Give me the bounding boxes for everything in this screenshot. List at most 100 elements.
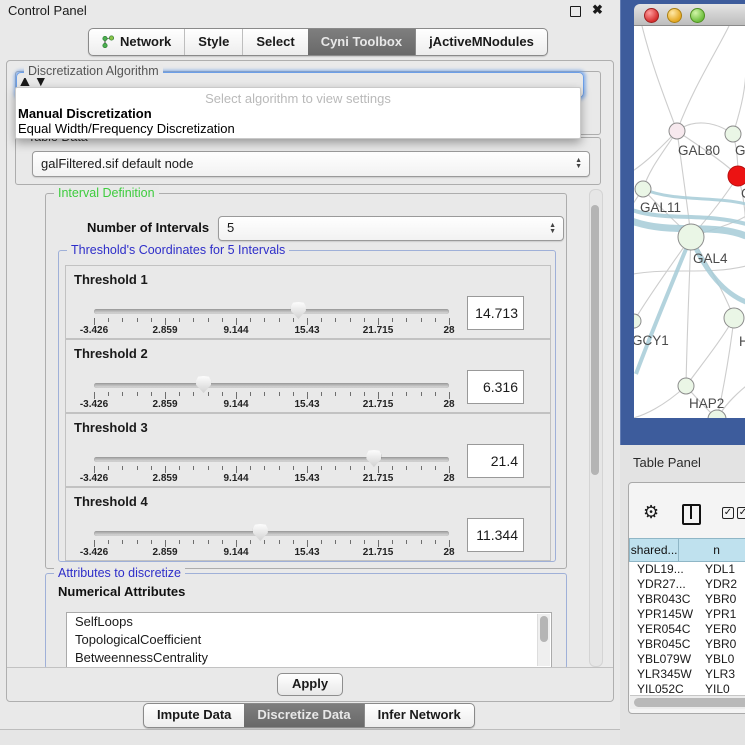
table-header-row: shared... n: [629, 538, 745, 562]
network-node[interactable]: [634, 314, 641, 328]
network-node[interactable]: [678, 378, 694, 394]
cell-name[interactable]: YDR2: [697, 577, 737, 592]
tab-cyni-toolbox[interactable]: Cyni Toolbox: [308, 29, 415, 55]
cell-name[interactable]: YBR0: [697, 637, 736, 652]
threshold-value-field[interactable]: 11.344: [467, 518, 524, 552]
checkbox-icon[interactable]: ✓: [737, 507, 745, 519]
column-header-name[interactable]: n: [679, 538, 745, 562]
network-node-label: GAL80: [678, 143, 720, 158]
attribute-list-item[interactable]: TopologicalCoefficient: [67, 631, 551, 649]
column-header-shared[interactable]: shared...: [629, 538, 679, 562]
slider-thumb[interactable]: [291, 302, 306, 319]
network-node[interactable]: [728, 166, 745, 186]
threshold-slider[interactable]: -3.4262.8599.14415.4321.71528: [94, 414, 449, 486]
scrollbar-thumb[interactable]: [591, 205, 599, 475]
cell-shared-name[interactable]: YBL079W: [630, 652, 697, 667]
threshold-value-field[interactable]: 21.4: [467, 444, 524, 478]
slider-thumb[interactable]: [196, 376, 211, 393]
table-row[interactable]: YPR145WYPR1: [630, 607, 745, 622]
tab-jactivemnodules[interactable]: jActiveMNodules: [415, 29, 547, 55]
mac-minimize-icon[interactable]: [667, 8, 682, 23]
slider-tick: [321, 466, 322, 470]
threshold-slider[interactable]: -3.4262.8599.14415.4321.71528: [94, 340, 449, 412]
cell-name[interactable]: YBL0: [697, 652, 734, 667]
table-row[interactable]: YDR27...YDR2: [630, 577, 745, 592]
mac-zoom-icon[interactable]: [690, 8, 705, 23]
cell-name[interactable]: YBR0: [697, 592, 736, 607]
mac-close-icon[interactable]: [644, 8, 659, 23]
slider-tick: [307, 392, 308, 399]
slider-tick: [321, 540, 322, 544]
split-columns-icon[interactable]: [682, 504, 701, 525]
table-row[interactable]: YER054CYER0: [630, 622, 745, 637]
panel-scrollbar[interactable]: [589, 189, 603, 667]
numerical-attributes-list[interactable]: SelfLoopsTopologicalCoefficientBetweenne…: [66, 612, 552, 668]
tab-style[interactable]: Style: [185, 29, 242, 55]
table-data-combobox[interactable]: galFiltered.sif default node ▲▼: [32, 151, 590, 177]
table-row[interactable]: YBR045CYBR0: [630, 637, 745, 652]
cell-name[interactable]: YPR1: [697, 607, 736, 622]
algorithm-prompt-item[interactable]: Select algorithm to view settings: [16, 91, 580, 106]
network-canvas[interactable]: GAL80GACGAL11GAL4GCY1HHAP2: [634, 26, 745, 418]
cell-shared-name[interactable]: YBR043C: [630, 592, 697, 607]
slider-thumb[interactable]: [253, 524, 268, 541]
table-row[interactable]: YLR345WYLR3: [630, 667, 745, 682]
cell-shared-name[interactable]: YDL19...: [630, 562, 697, 577]
slider-track[interactable]: [94, 457, 449, 462]
slider-track[interactable]: [94, 309, 449, 314]
float-window-icon[interactable]: [570, 6, 581, 17]
cell-shared-name[interactable]: YIL052C: [630, 682, 697, 695]
top-tab-bar: Network Style Select Cyni Toolbox jActiv…: [88, 28, 548, 56]
attribute-list-item[interactable]: SelfLoops: [67, 613, 551, 631]
slider-track[interactable]: [94, 383, 449, 388]
tab-impute-data[interactable]: Impute Data: [144, 704, 244, 727]
algorithm-option-equal-width[interactable]: Equal Width/Frequency Discretization: [18, 121, 235, 136]
cell-name[interactable]: YER0: [697, 622, 736, 637]
network-node[interactable]: [669, 123, 685, 139]
attributes-scrollbar[interactable]: [537, 614, 550, 666]
network-node[interactable]: [635, 181, 651, 197]
checkbox-icon[interactable]: ✓: [722, 507, 734, 519]
cell-shared-name[interactable]: YPR145W: [630, 607, 697, 622]
network-node[interactable]: [708, 410, 726, 418]
table-row[interactable]: YIL052CYIL0: [630, 682, 745, 695]
scrollbar-thumb[interactable]: [540, 616, 548, 642]
slider-track[interactable]: [94, 531, 449, 536]
threshold-value-field[interactable]: 14.713: [467, 296, 524, 330]
table-rows[interactable]: YDL19...YDL1YDR27...YDR2YBR043CYBR0YPR14…: [630, 562, 745, 695]
algorithm-option-manual[interactable]: Manual Discretization: [18, 106, 152, 121]
slider-tick: [193, 540, 194, 544]
cell-name[interactable]: YIL0: [697, 682, 730, 695]
network-node-label: H: [739, 334, 745, 349]
cell-shared-name[interactable]: YBR045C: [630, 637, 697, 652]
threshold-slider[interactable]: -3.4262.8599.14415.4321.71528: [94, 488, 449, 560]
network-node[interactable]: [724, 308, 744, 328]
gear-icon[interactable]: ⚙: [643, 502, 659, 523]
tab-discretize-data[interactable]: Discretize Data: [244, 704, 363, 727]
table-hscrollbar[interactable]: [630, 695, 745, 709]
attribute-list-item[interactable]: BetweennessCentrality: [67, 649, 551, 667]
table-row[interactable]: YBR043CYBR0: [630, 592, 745, 607]
tab-infer-network[interactable]: Infer Network: [364, 704, 474, 727]
table-panel-title: Table Panel: [633, 455, 701, 470]
thresholds-group: Threshold's Coordinates for 5 Intervals …: [58, 250, 556, 562]
threshold-slider[interactable]: -3.4262.8599.14415.4321.71528: [94, 266, 449, 338]
network-node[interactable]: [678, 224, 704, 250]
number-of-intervals-combobox[interactable]: 5 ▲▼: [218, 216, 564, 241]
slider-tick: [364, 466, 365, 470]
apply-button[interactable]: Apply: [277, 673, 343, 696]
scrollbar-thumb[interactable]: [634, 698, 745, 707]
slider-thumb[interactable]: [366, 450, 381, 467]
cell-shared-name[interactable]: YLR345W: [630, 667, 697, 682]
cell-shared-name[interactable]: YER054C: [630, 622, 697, 637]
table-row[interactable]: YDL19...YDL1: [630, 562, 745, 577]
cell-name[interactable]: YLR3: [697, 667, 735, 682]
table-row[interactable]: YBL079WYBL0: [630, 652, 745, 667]
tab-select[interactable]: Select: [243, 29, 307, 55]
tab-network[interactable]: Network: [89, 29, 184, 55]
cell-shared-name[interactable]: YDR27...: [630, 577, 697, 592]
network-node[interactable]: [725, 126, 741, 142]
close-icon[interactable]: ✖: [592, 2, 603, 18]
cell-name[interactable]: YDL1: [697, 562, 735, 577]
threshold-value-field[interactable]: 6.316: [467, 370, 524, 404]
